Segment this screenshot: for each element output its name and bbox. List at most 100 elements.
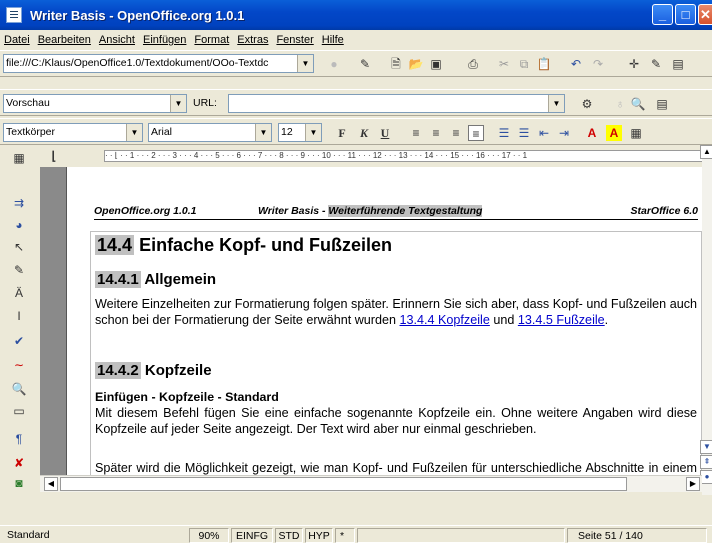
link-fusszeile[interactable]: 13.4.5 Fußzeile xyxy=(518,313,605,327)
find-replace-icon[interactable]: 🔍 xyxy=(11,381,27,397)
horizontal-scrollbar[interactable]: ◀ ▶ xyxy=(40,475,702,492)
heading-2-text: Kopfzeile xyxy=(144,362,212,379)
underline-button[interactable]: U xyxy=(377,125,393,141)
gallery-icon[interactable]: ▤ xyxy=(670,56,686,72)
browse-icon[interactable]: ▤ xyxy=(654,96,670,112)
maximize-button[interactable]: □ xyxy=(675,4,696,25)
chevron-down-icon[interactable]: ▼ xyxy=(305,124,321,141)
find-icon[interactable]: 🔍 xyxy=(630,96,646,112)
redo-icon[interactable]: ↷ xyxy=(590,56,606,72)
minimize-button[interactable]: _ xyxy=(652,4,673,25)
bullets-icon[interactable]: ☰ xyxy=(516,125,532,141)
nonprinting-characters-icon[interactable]: ¶ xyxy=(11,431,27,447)
url-combobox[interactable]: file:///C:/Klaus/OpenOffice1.0/Textdokum… xyxy=(3,54,314,73)
scroll-left-icon[interactable]: ◀ xyxy=(44,477,58,491)
close-button[interactable]: ✕ xyxy=(698,4,712,25)
menu-ansicht[interactable]: Ansicht xyxy=(99,34,135,46)
insert-fields-icon[interactable]: ⇉ xyxy=(11,195,27,211)
hyperlink-dialog-icon[interactable]: ♁ xyxy=(612,96,628,112)
link-icon[interactable]: ⚙ xyxy=(579,96,595,112)
new-document-icon[interactable]: 🗎 xyxy=(388,56,404,72)
page: OpenOffice.org 1.0.1 Writer Basis - Weit… xyxy=(66,167,702,475)
numbering-icon[interactable]: ☰ xyxy=(496,125,512,141)
show-draw-functions-icon[interactable]: ↖ xyxy=(11,239,27,255)
scroll-right-icon[interactable]: ▶ xyxy=(686,477,700,491)
status-page[interactable]: Seite 51 / 140 xyxy=(567,528,707,543)
document-area[interactable]: OpenOffice.org 1.0.1 Writer Basis - Weit… xyxy=(40,167,702,475)
menu-datei[interactable]: Datei xyxy=(4,34,30,46)
title-bar: Writer Basis - OpenOffice.org 1.0.1 _ □ … xyxy=(0,0,712,30)
save-icon[interactable]: ▣ xyxy=(428,56,444,72)
edit-autotext-icon[interactable]: Ä xyxy=(11,285,27,301)
stylist-icon[interactable]: ✎ xyxy=(648,56,664,72)
tab-stop-icon[interactable]: ⌊ xyxy=(46,148,62,164)
graphics-off-icon[interactable]: ✘ xyxy=(11,455,27,471)
open-icon[interactable]: 📂 xyxy=(408,56,424,72)
paragraph-text: . xyxy=(604,313,609,327)
autospellcheck-icon[interactable]: ∼ xyxy=(11,357,27,373)
navigator-icon[interactable]: ✛ xyxy=(626,56,642,72)
undo-icon[interactable]: ↶ xyxy=(568,56,584,72)
chevron-down-icon[interactable]: ▼ xyxy=(297,55,313,72)
vertical-scrollbar[interactable]: ▲ ▼ ⇞ ● xyxy=(700,145,712,495)
stop-icon[interactable]: ● xyxy=(326,56,342,72)
insert-object-icon[interactable]: ◕ xyxy=(11,217,27,233)
bold-button[interactable]: F xyxy=(334,125,350,141)
heading-1-text: Einfache Kopf- und Fußzeilen xyxy=(139,235,393,255)
font-color-icon[interactable]: A xyxy=(584,125,600,141)
scroll-up-icon[interactable]: ▲ xyxy=(700,145,712,159)
increase-indent-icon[interactable]: ⇥ xyxy=(556,125,572,141)
font-size-combobox[interactable]: 12 ▼ xyxy=(278,123,322,142)
page-header: OpenOffice.org 1.0.1 Writer Basis - Weit… xyxy=(94,205,698,220)
heading-1-number: 14.4 xyxy=(95,235,135,255)
scroll-thumb[interactable] xyxy=(60,477,627,491)
header-center-text: Writer Basis - xyxy=(258,205,329,217)
paragraph-style-combobox[interactable]: Textkörper ▼ xyxy=(3,123,143,142)
text-cursor-icon[interactable]: I xyxy=(11,308,27,324)
insert-table-icon[interactable]: ▦ xyxy=(11,150,27,166)
copy-icon[interactable]: ⧉ xyxy=(516,56,532,72)
chevron-down-icon[interactable]: ▼ xyxy=(255,124,271,141)
print-icon[interactable]: ⎙ xyxy=(465,56,481,72)
edit-file-icon[interactable]: ✎ xyxy=(357,56,373,72)
chevron-down-icon[interactable]: ▼ xyxy=(170,95,186,112)
decrease-indent-icon[interactable]: ⇤ xyxy=(536,125,552,141)
datasources-icon[interactable]: ▭ xyxy=(11,403,27,419)
status-selection-mode[interactable]: STD xyxy=(275,528,303,543)
previous-page-icon[interactable]: ⇞ xyxy=(700,455,712,469)
font-name-combobox[interactable]: Arial ▼ xyxy=(148,123,272,142)
italic-button[interactable]: K xyxy=(356,125,372,141)
link-kopfzeile[interactable]: 13.4.4 Kopfzeile xyxy=(400,313,490,327)
paste-icon[interactable]: 📋 xyxy=(536,56,552,72)
align-center-icon[interactable]: ≡ xyxy=(428,125,444,141)
cut-icon[interactable]: ✂ xyxy=(496,56,512,72)
align-justify-icon[interactable]: ≡ xyxy=(468,125,484,141)
window-filler xyxy=(0,495,712,525)
chevron-down-icon[interactable]: ▼ xyxy=(548,95,564,112)
align-left-icon[interactable]: ≡ xyxy=(408,125,424,141)
highlight-icon[interactable]: A xyxy=(606,125,622,141)
background-color-icon[interactable]: ▦ xyxy=(628,125,644,141)
horizontal-ruler[interactable]: · · ⌊ · · 1 · · · 2 · · · 3 · · · 4 · · … xyxy=(104,150,704,162)
status-page-style[interactable]: Standard xyxy=(3,528,181,543)
paragraph-kopfzeile: Mit diesem Befehl fügen Sie eine einfach… xyxy=(95,406,697,436)
url-input[interactable]: ▼ xyxy=(228,94,565,113)
object-bar: Textkörper ▼ Arial ▼ 12 ▼ F K U ≡ ≡ ≡ ≡ … xyxy=(0,118,712,145)
online-layout-icon[interactable]: ◙ xyxy=(11,475,27,491)
align-right-icon[interactable]: ≡ xyxy=(448,125,464,141)
status-insert-mode[interactable]: EINFG xyxy=(231,528,273,543)
status-zoom[interactable]: 90% xyxy=(189,528,229,543)
chevron-down-icon[interactable]: ▼ xyxy=(126,124,142,141)
target-frame-combobox[interactable]: Vorschau ▼ xyxy=(3,94,187,113)
spellcheck-icon[interactable]: ✔ xyxy=(11,333,27,349)
menu-bearbeiten[interactable]: Bearbeiten xyxy=(38,34,91,46)
scroll-down-icon[interactable]: ▼ xyxy=(700,440,712,454)
menu-extras[interactable]: Extras xyxy=(237,34,268,46)
status-hyperlink-mode[interactable]: HYP xyxy=(305,528,333,543)
form-functions-icon[interactable]: ✎ xyxy=(11,262,27,278)
menu-hilfe[interactable]: Hilfe xyxy=(322,34,344,46)
font-name-value: Arial xyxy=(151,126,173,138)
menu-format[interactable]: Format xyxy=(194,34,229,46)
menu-fenster[interactable]: Fenster xyxy=(276,34,313,46)
menu-einfuegen[interactable]: Einfügen xyxy=(143,34,186,46)
